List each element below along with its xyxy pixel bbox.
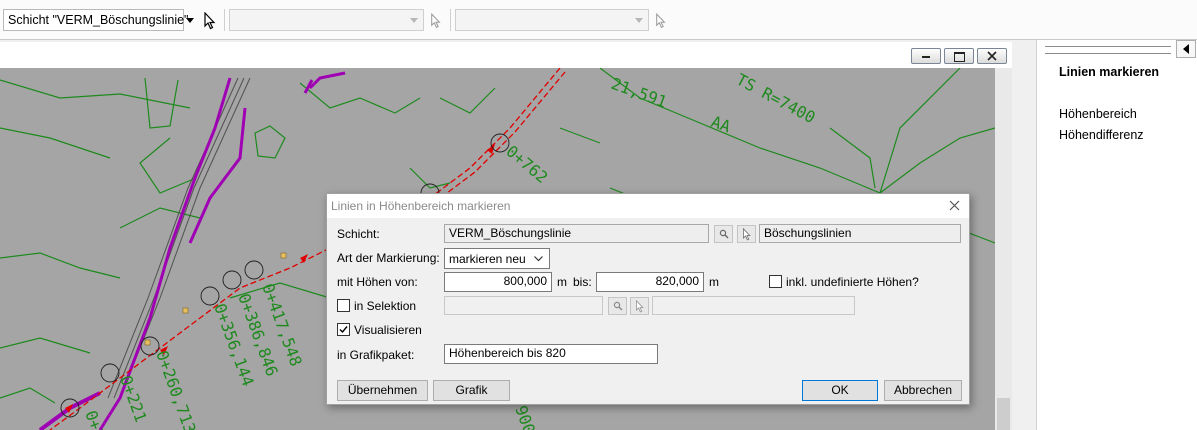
close-button[interactable]	[977, 48, 1007, 64]
selektion-field	[444, 296, 603, 315]
panel-grip[interactable]	[1045, 46, 1171, 54]
schicht-label: Schicht:	[337, 227, 380, 241]
checkmark-icon	[339, 326, 348, 334]
grafikpaket-label: in Grafikpaket:	[337, 348, 415, 362]
select-pointer-icon	[636, 300, 644, 313]
select-pointer-icon[interactable]	[430, 13, 442, 29]
dialog-titlebar: Linien in Höhenbereich markieren	[327, 194, 969, 218]
abbrechen-button[interactable]: Abbrechen	[884, 380, 962, 401]
combo-2[interactable]	[229, 9, 424, 31]
hoehe-von-input[interactable]: 800,000	[444, 272, 552, 292]
in-selektion-label: in Selektion	[354, 299, 417, 313]
panel-title: Linien markieren	[1059, 65, 1160, 79]
hoehe-bis-input[interactable]: 820,000	[596, 272, 704, 292]
schicht-field[interactable]: VERM_Böschungslinie	[444, 224, 709, 243]
search-icon	[613, 301, 623, 311]
bis-label: bis:	[573, 275, 592, 289]
layer-combo[interactable]: Schicht "VERM_Böschungslinie"	[3, 9, 189, 31]
in-selektion-checkbox[interactable]	[337, 299, 350, 312]
close-icon	[987, 51, 997, 61]
select-pointer-icon	[743, 228, 751, 241]
schicht-search-button[interactable]	[714, 225, 733, 243]
right-panel: Linien markieren Höhenbereich Höhendiffe…	[1036, 40, 1197, 430]
minimize-button[interactable]	[911, 48, 941, 64]
map-window-titlebar	[0, 42, 1012, 68]
chevron-down-icon	[186, 18, 194, 23]
dialog-title: Linien in Höhenbereich markieren	[331, 199, 511, 213]
restore-icon	[954, 52, 965, 62]
minimize-icon	[922, 56, 930, 58]
map-vertical-scrollbar[interactable]	[995, 68, 1012, 430]
panel-item-hoehenbereich[interactable]: Höhenbereich	[1059, 107, 1137, 121]
grafik-button[interactable]: Grafik	[433, 380, 510, 401]
panel-item-hoehendifferenz[interactable]: Höhendifferenz	[1059, 128, 1144, 142]
select-pointer-icon[interactable]	[203, 12, 217, 30]
chevron-down-icon	[534, 256, 543, 262]
search-icon	[719, 229, 729, 239]
chevron-down-icon	[635, 18, 643, 23]
toolbar: Schicht "VERM_Böschungslinie"	[0, 0, 1197, 40]
layer-combo-value: Schicht "VERM_Böschungslinie"	[8, 13, 189, 27]
art-der-markierung-label: Art der Markierung:	[337, 251, 440, 265]
visualisieren-label: Visualisieren	[354, 323, 422, 337]
combo-3[interactable]	[455, 9, 649, 31]
chevron-down-icon	[410, 18, 418, 23]
inkl-undefinierte-label: inkl. undefinierte Höhen?	[786, 275, 919, 289]
inkl-undefinierte-checkbox[interactable]	[769, 275, 782, 288]
unit-m-label: m	[709, 275, 719, 289]
toolbar-separator	[224, 9, 225, 31]
restore-button[interactable]	[944, 48, 974, 64]
select-pointer-icon[interactable]	[655, 13, 667, 29]
schicht-description-field[interactable]: Böschungslinien	[759, 224, 961, 243]
collapse-panel-button[interactable]	[1176, 40, 1196, 58]
visualisieren-checkbox[interactable]	[337, 323, 350, 336]
chevron-left-icon	[1183, 44, 1189, 54]
layer-combo-dropdown-button[interactable]	[184, 9, 198, 31]
selektion-description-field	[652, 296, 855, 315]
uebernehmen-button[interactable]: Übernehmen	[337, 380, 428, 401]
art-der-markierung-value: markieren neu	[449, 252, 526, 266]
schicht-pick-button[interactable]	[737, 225, 756, 243]
selektion-pick-button[interactable]	[630, 297, 649, 315]
art-der-markierung-select[interactable]: markieren neu	[444, 248, 550, 269]
grafikpaket-input[interactable]: Höhenbereich bis 820	[444, 344, 658, 364]
dialog-linien-hoehenbereich: Linien in Höhenbereich markieren Schicht…	[326, 193, 970, 405]
unit-m-label: m	[557, 275, 567, 289]
ok-button[interactable]: OK	[802, 380, 878, 401]
close-icon[interactable]	[949, 200, 960, 211]
selektion-search-button[interactable]	[608, 297, 627, 315]
toolbar-separator	[450, 9, 451, 31]
hoehen-label: mit Höhen von:	[337, 275, 418, 289]
scrollbar-thumb[interactable]	[997, 398, 1010, 430]
